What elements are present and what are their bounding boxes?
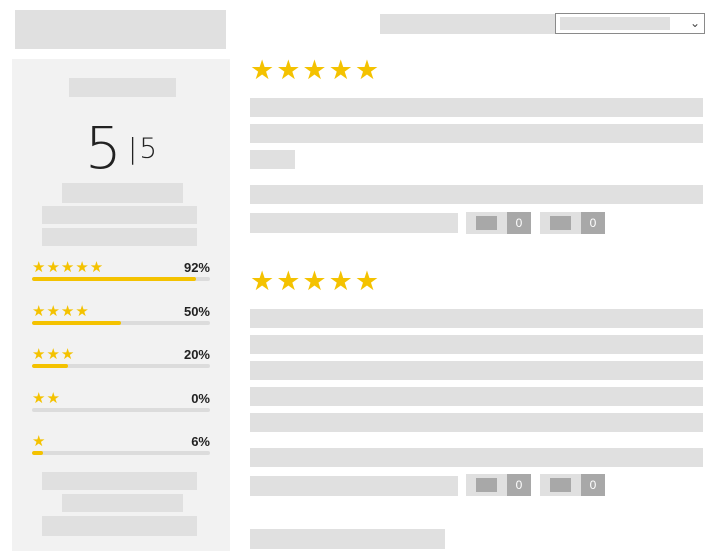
score-separator: | <box>127 131 138 165</box>
rating-bar <box>32 277 210 281</box>
star-icon: ★★★★★ <box>32 259 105 276</box>
rating-percent: 6% <box>191 434 210 449</box>
rating-row-4[interactable]: ★★★★ 50% <box>32 303 210 336</box>
thumbs-up-icon <box>466 474 507 496</box>
star-icon: ★★★ <box>32 346 76 363</box>
review-text-line <box>250 361 703 380</box>
review-rating-stars: ★★★★★ <box>250 266 382 296</box>
average-score: 5 |5 <box>12 115 230 181</box>
review-rating-stars: ★★★★★ <box>250 55 382 85</box>
rating-percent: 0% <box>191 391 210 406</box>
review-meta-line <box>250 185 703 204</box>
rating-bar-fill <box>32 451 43 455</box>
star-icon: ★ <box>32 433 47 450</box>
review-text-line <box>250 150 295 169</box>
review-meta-line <box>250 448 703 467</box>
rating-bar <box>32 451 210 455</box>
rating-bar-fill <box>32 364 68 368</box>
review-text-line <box>250 98 703 117</box>
review-text-line <box>250 387 703 406</box>
rating-row-5[interactable]: ★★★★★ 92% <box>32 259 210 292</box>
rating-percent: 50% <box>183 304 210 319</box>
review-author <box>250 476 458 496</box>
review-text-line <box>250 124 703 143</box>
review-count-text <box>62 183 183 203</box>
write-review-button[interactable] <box>42 516 197 536</box>
rating-percent: 20% <box>183 347 210 362</box>
thumbs-up-icon <box>466 212 507 234</box>
star-icon: ★★★★ <box>32 303 90 320</box>
rating-bar-fill <box>32 277 196 281</box>
summary-footer-line <box>42 472 197 490</box>
rating-bar-fill <box>32 321 121 325</box>
average-value: 5 <box>84 114 122 182</box>
rating-percent: 92% <box>183 260 210 275</box>
max-score: 5 <box>139 131 158 165</box>
helpful-count: 0 <box>507 212 531 234</box>
sort-dropdown[interactable]: ⌄ <box>555 13 705 34</box>
review-text-line <box>250 413 703 432</box>
summary-text-line <box>42 228 197 246</box>
review-text-line <box>250 309 703 328</box>
sort-label <box>380 14 555 34</box>
rating-row-3[interactable]: ★★★ 20% <box>32 346 210 379</box>
rating-bar <box>32 408 210 412</box>
chevron-down-icon: ⌄ <box>689 16 700 30</box>
review-text-line <box>250 335 703 354</box>
star-icon: ★★ <box>32 390 61 407</box>
rating-bar <box>32 364 210 368</box>
page-title <box>15 10 226 49</box>
sort-selected-value <box>560 17 670 30</box>
summary-heading <box>69 78 176 97</box>
rating-row-2[interactable]: ★★ 0% <box>32 390 210 423</box>
summary-text-line <box>42 206 197 224</box>
thumbs-down-icon <box>540 474 581 496</box>
review-author <box>250 213 458 233</box>
helpful-count: 0 <box>507 474 531 496</box>
rating-row-1[interactable]: ★ 6% <box>32 433 210 466</box>
unhelpful-count: 0 <box>581 474 605 496</box>
unhelpful-count: 0 <box>581 212 605 234</box>
rating-bar <box>32 321 210 325</box>
thumbs-down-icon <box>540 212 581 234</box>
summary-footer-line <box>62 494 183 512</box>
load-more-button[interactable] <box>250 529 445 549</box>
